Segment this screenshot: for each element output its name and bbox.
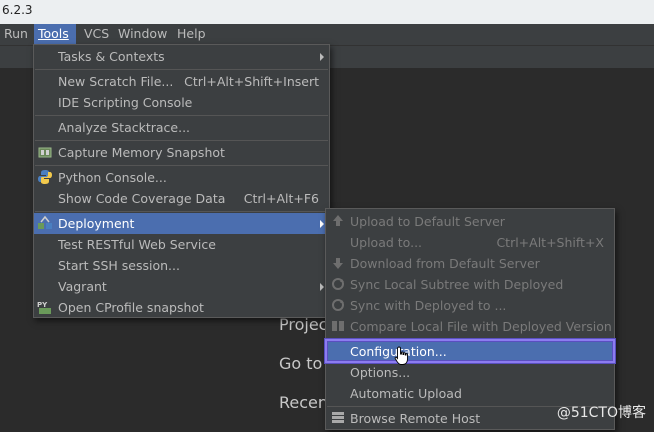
menu-vcs-label: VCS bbox=[84, 26, 110, 41]
sync-icon bbox=[332, 278, 344, 290]
submenu-item-sync-with-deployed[interactable]: Sync with Deployed to ... bbox=[326, 295, 614, 316]
menu-run-label: Run bbox=[4, 26, 28, 41]
watermark: @51CTO博客 bbox=[556, 405, 646, 421]
menu-vcs[interactable]: VCS bbox=[80, 24, 113, 45]
welcome-line-goto: Go to bbox=[279, 354, 323, 373]
remote-host-icon bbox=[332, 412, 344, 423]
submenu-item-upload-to[interactable]: Upload to... Ctrl+Alt+Shift+X bbox=[326, 232, 614, 253]
menu-tools-label: Tools bbox=[38, 26, 69, 41]
submenu-item-label: Upload to... bbox=[350, 235, 423, 250]
tools-menu: Tasks & Contexts New Scratch File... Ctr… bbox=[33, 44, 330, 318]
menu-help-label: Help bbox=[177, 26, 206, 41]
menu-item-shortcut: Ctrl+Alt+Shift+Insert bbox=[184, 74, 319, 89]
submenu-item-sync-local-subtree[interactable]: Sync Local Subtree with Deployed bbox=[326, 274, 614, 295]
menu-item-python-console[interactable]: Python Console... bbox=[34, 167, 329, 188]
submenu-item-label: Automatic Upload bbox=[350, 386, 462, 401]
upload-icon bbox=[333, 215, 343, 226]
sync-icon bbox=[332, 299, 344, 311]
menu-item-ide-scripting-console[interactable]: IDE Scripting Console bbox=[34, 92, 329, 113]
menu-item-label: Test RESTful Web Service bbox=[58, 237, 216, 252]
menu-item-label: Python Console... bbox=[58, 170, 167, 185]
menu-item-label: Analyze Stacktrace... bbox=[58, 120, 191, 135]
hand-cursor-icon bbox=[394, 346, 408, 365]
deployment-icon bbox=[38, 215, 52, 229]
menu-item-label: Vagrant bbox=[58, 279, 107, 294]
menu-item-label: Open CProfile snapshot bbox=[58, 300, 204, 315]
svg-text:PY: PY bbox=[37, 301, 48, 309]
memory-snapshot-icon bbox=[38, 147, 52, 158]
menu-item-label: Show Code Coverage Data bbox=[58, 191, 226, 206]
submenu-item-label: Sync with Deployed to ... bbox=[350, 298, 507, 313]
menu-item-vagrant[interactable]: Vagrant bbox=[34, 276, 329, 297]
download-icon bbox=[333, 258, 343, 269]
deployment-submenu: Upload to Default Server Upload to... Ct… bbox=[325, 208, 615, 430]
menu-separator bbox=[35, 140, 328, 141]
menu-item-deployment[interactable]: Deployment bbox=[34, 213, 329, 234]
submenu-arrow-icon bbox=[320, 220, 324, 228]
menu-window[interactable]: Window bbox=[114, 24, 171, 45]
menu-help[interactable]: Help bbox=[173, 24, 210, 45]
menu-window-label: Window bbox=[118, 26, 168, 41]
submenu-item-options[interactable]: Options... bbox=[326, 362, 614, 383]
menu-item-tasks-contexts[interactable]: Tasks & Contexts bbox=[34, 46, 329, 67]
submenu-item-label: Download from Default Server bbox=[350, 256, 540, 271]
submenu-item-shortcut: Ctrl+Alt+Shift+X bbox=[496, 235, 604, 250]
menu-item-label: Start SSH session... bbox=[58, 258, 180, 273]
menu-separator bbox=[35, 69, 328, 70]
submenu-item-label: Compare Local File with Deployed Version bbox=[350, 319, 612, 334]
menu-item-label: IDE Scripting Console bbox=[58, 95, 193, 110]
menu-tools[interactable]: Tools bbox=[34, 24, 76, 45]
menu-run[interactable]: Run bbox=[0, 24, 32, 45]
menu-item-new-scratch-file[interactable]: New Scratch File... Ctrl+Alt+Shift+Inser… bbox=[34, 71, 329, 92]
cprofile-icon: PY bbox=[37, 301, 51, 314]
menu-separator bbox=[35, 165, 328, 166]
menu-item-start-ssh[interactable]: Start SSH session... bbox=[34, 255, 329, 276]
menu-item-label: New Scratch File... bbox=[58, 74, 174, 89]
submenu-item-download-default[interactable]: Download from Default Server bbox=[326, 253, 614, 274]
python-icon bbox=[38, 170, 52, 184]
menu-item-analyze-stacktrace[interactable]: Analyze Stacktrace... bbox=[34, 117, 329, 138]
submenu-arrow-icon bbox=[320, 283, 324, 291]
menu-item-label: Capture Memory Snapshot bbox=[58, 145, 225, 160]
menu-item-open-cprofile[interactable]: PY Open CProfile snapshot bbox=[34, 297, 329, 318]
submenu-item-compare-local[interactable]: Compare Local File with Deployed Version bbox=[326, 316, 614, 337]
submenu-arrow-icon bbox=[320, 53, 324, 61]
menu-separator bbox=[35, 115, 328, 116]
menu-separator bbox=[35, 211, 328, 212]
menu-item-show-code-coverage[interactable]: Show Code Coverage Data Ctrl+Alt+F6 bbox=[34, 188, 329, 209]
highlight-annotation-box bbox=[325, 339, 615, 363]
menu-item-label: Deployment bbox=[58, 216, 135, 231]
window-title: 6.2.3 bbox=[2, 3, 33, 17]
menu-bar: Run Tools VCS Window Help bbox=[0, 24, 654, 45]
submenu-item-label: Browse Remote Host bbox=[350, 411, 481, 426]
compare-icon bbox=[332, 321, 344, 331]
window-title-bar: 6.2.3 bbox=[0, 0, 654, 24]
submenu-item-label: Sync Local Subtree with Deployed bbox=[350, 277, 564, 292]
menu-item-capture-memory-snapshot[interactable]: Capture Memory Snapshot bbox=[34, 142, 329, 163]
submenu-item-upload-default[interactable]: Upload to Default Server bbox=[326, 211, 614, 232]
welcome-line-recent: Recen bbox=[279, 393, 329, 412]
submenu-item-label: Upload to Default Server bbox=[350, 214, 505, 229]
menu-item-test-restful[interactable]: Test RESTful Web Service bbox=[34, 234, 329, 255]
menu-item-shortcut: Ctrl+Alt+F6 bbox=[243, 191, 319, 206]
menu-item-label: Tasks & Contexts bbox=[58, 49, 165, 64]
submenu-item-automatic-upload[interactable]: Automatic Upload bbox=[326, 383, 614, 404]
